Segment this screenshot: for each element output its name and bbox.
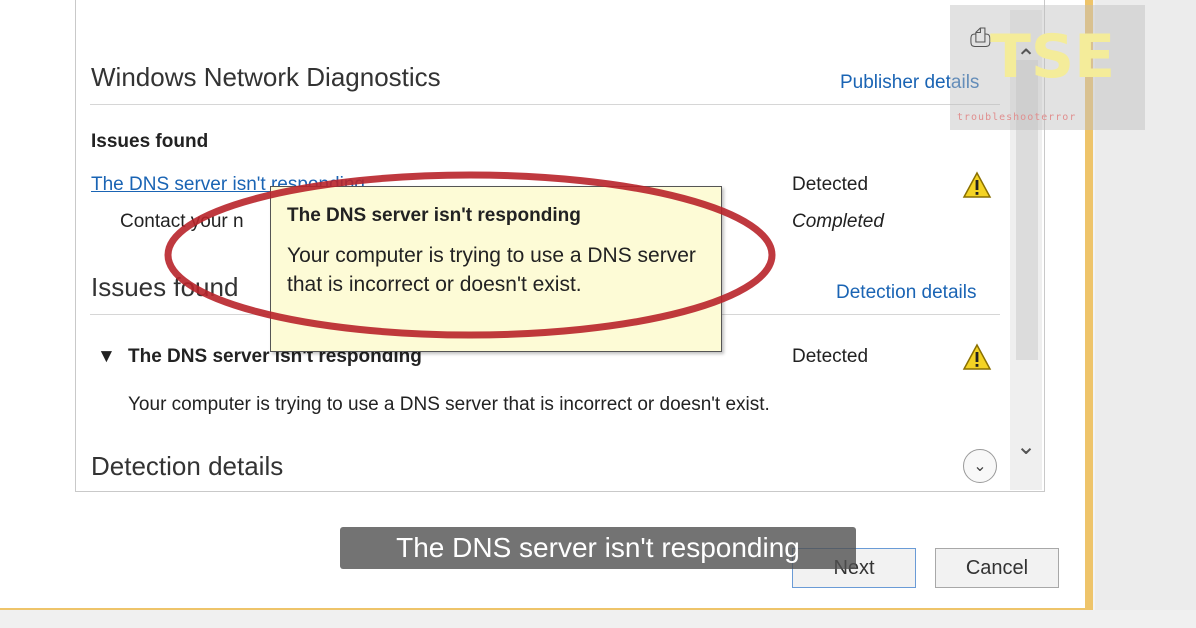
issues-found-label: Issues found xyxy=(91,131,209,152)
detection-details-heading: Detection details xyxy=(91,451,284,481)
taskbar-edge xyxy=(0,610,1196,628)
watermark-logo-text: TSE xyxy=(990,22,1116,92)
detection-details-link[interactable]: Detection details xyxy=(836,282,976,304)
video-caption: The DNS server isn't responding xyxy=(340,527,856,569)
scroll-up-icon[interactable]: ⌃ xyxy=(1016,44,1036,73)
scroll-down-icon[interactable]: ⌄ xyxy=(1016,432,1036,461)
divider xyxy=(90,104,1000,105)
cancel-button[interactable]: Cancel xyxy=(935,548,1059,588)
highlight-ellipse xyxy=(164,171,776,339)
dialog-title: Windows Network Diagnostics xyxy=(91,62,441,92)
issue-status: Detected xyxy=(792,174,869,195)
watermark-tagline: troubleshooterror xyxy=(957,112,1077,123)
warning-icon xyxy=(962,171,992,198)
printer-icon[interactable]: ⎙ xyxy=(970,22,991,54)
expand-triangle-icon[interactable]: ▼ xyxy=(97,346,116,368)
warning-icon xyxy=(962,343,992,370)
sub-item-status: Completed xyxy=(792,211,884,232)
expanded-issue-status: Detected xyxy=(792,346,869,367)
chevron-down-circle-icon[interactable]: ⌄ xyxy=(963,449,997,483)
expanded-issue-description: Your computer is trying to use a DNS ser… xyxy=(128,394,770,415)
